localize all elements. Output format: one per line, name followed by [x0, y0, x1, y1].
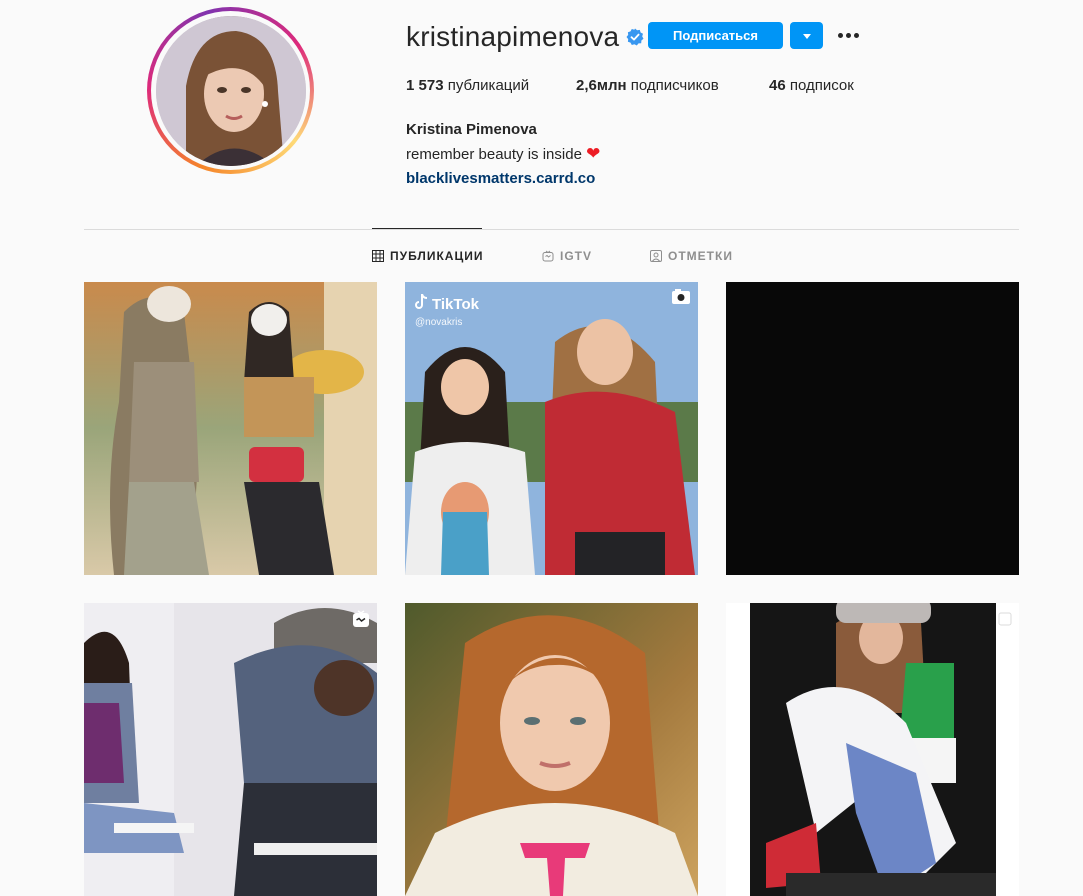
post-thumbnail[interactable]	[726, 282, 1019, 575]
tiktok-handle: @novakris	[415, 317, 463, 328]
followers-count-label: подписчиков	[626, 77, 719, 94]
tiktok-note-icon	[415, 293, 429, 314]
bio-text-line: remember beauty is inside ❤	[406, 142, 600, 167]
post-image	[726, 282, 1019, 575]
full-name: Kristina Pimenova	[406, 121, 537, 138]
tab-posts-label: ПУБЛИКАЦИИ	[390, 249, 484, 263]
follow-button[interactable]: Подписаться	[648, 22, 783, 49]
post-image	[405, 603, 698, 896]
username[interactable]: kristinapimenova	[406, 21, 619, 53]
tiktok-watermark: TikTok	[415, 293, 479, 314]
tab-tagged-label: ОТМЕТКИ	[668, 249, 733, 263]
avatar-image	[155, 15, 306, 166]
posts-count: 1 573 публикаций	[406, 77, 529, 94]
carousel-icon	[996, 610, 1012, 631]
followers-count[interactable]: 2,6млн подписчиков	[576, 77, 719, 94]
video-icon	[671, 289, 691, 310]
igtv-icon	[542, 250, 554, 262]
profile-bio: Kristina Pimenova remember beauty is ins…	[406, 118, 600, 191]
post-image	[84, 282, 377, 575]
following-count-value: 46	[769, 77, 786, 94]
dot-icon	[837, 32, 843, 38]
triangle-down-icon	[802, 27, 812, 45]
post-thumbnail[interactable]	[726, 603, 1019, 896]
more-options-button[interactable]	[836, 24, 860, 46]
post-thumbnail[interactable]	[84, 603, 377, 896]
tab-igtv[interactable]: IGTV	[542, 249, 592, 263]
verified-badge-icon	[626, 28, 644, 46]
active-tab-indicator	[372, 228, 482, 229]
tabs-divider	[84, 229, 1019, 230]
posts-count-label: публикаций	[443, 77, 530, 94]
igtv-icon	[352, 610, 370, 633]
tab-posts[interactable]: ПУБЛИКАЦИИ	[372, 249, 483, 263]
website-link[interactable]: blacklivesmatters.carrd.co	[406, 167, 600, 191]
profile-header: kristinapimenova	[406, 20, 644, 54]
dot-icon	[853, 32, 859, 38]
bio-text: remember beauty is inside	[406, 146, 582, 163]
post-image	[726, 603, 1019, 896]
posts-count-value: 1 573	[406, 77, 444, 94]
dot-icon	[845, 32, 851, 38]
grid-icon	[372, 250, 384, 262]
post-thumbnail[interactable]	[405, 603, 698, 896]
followers-count-value: 2,6млн	[576, 77, 627, 94]
tab-igtv-label: IGTV	[560, 249, 593, 263]
suggestions-dropdown-button[interactable]	[790, 22, 823, 49]
tiktok-label: TikTok	[432, 295, 479, 313]
following-count-label: подписок	[785, 77, 854, 94]
heart-emoji-icon: ❤	[586, 144, 601, 163]
post-thumbnail[interactable]: TikTok @novakris	[405, 282, 698, 575]
profile-avatar[interactable]	[147, 7, 314, 174]
tagged-icon	[650, 250, 662, 262]
following-count[interactable]: 46 подписок	[769, 77, 854, 94]
post-image	[84, 603, 377, 896]
post-thumbnail[interactable]	[84, 282, 377, 575]
tab-tagged[interactable]: ОТМЕТКИ	[650, 249, 733, 263]
